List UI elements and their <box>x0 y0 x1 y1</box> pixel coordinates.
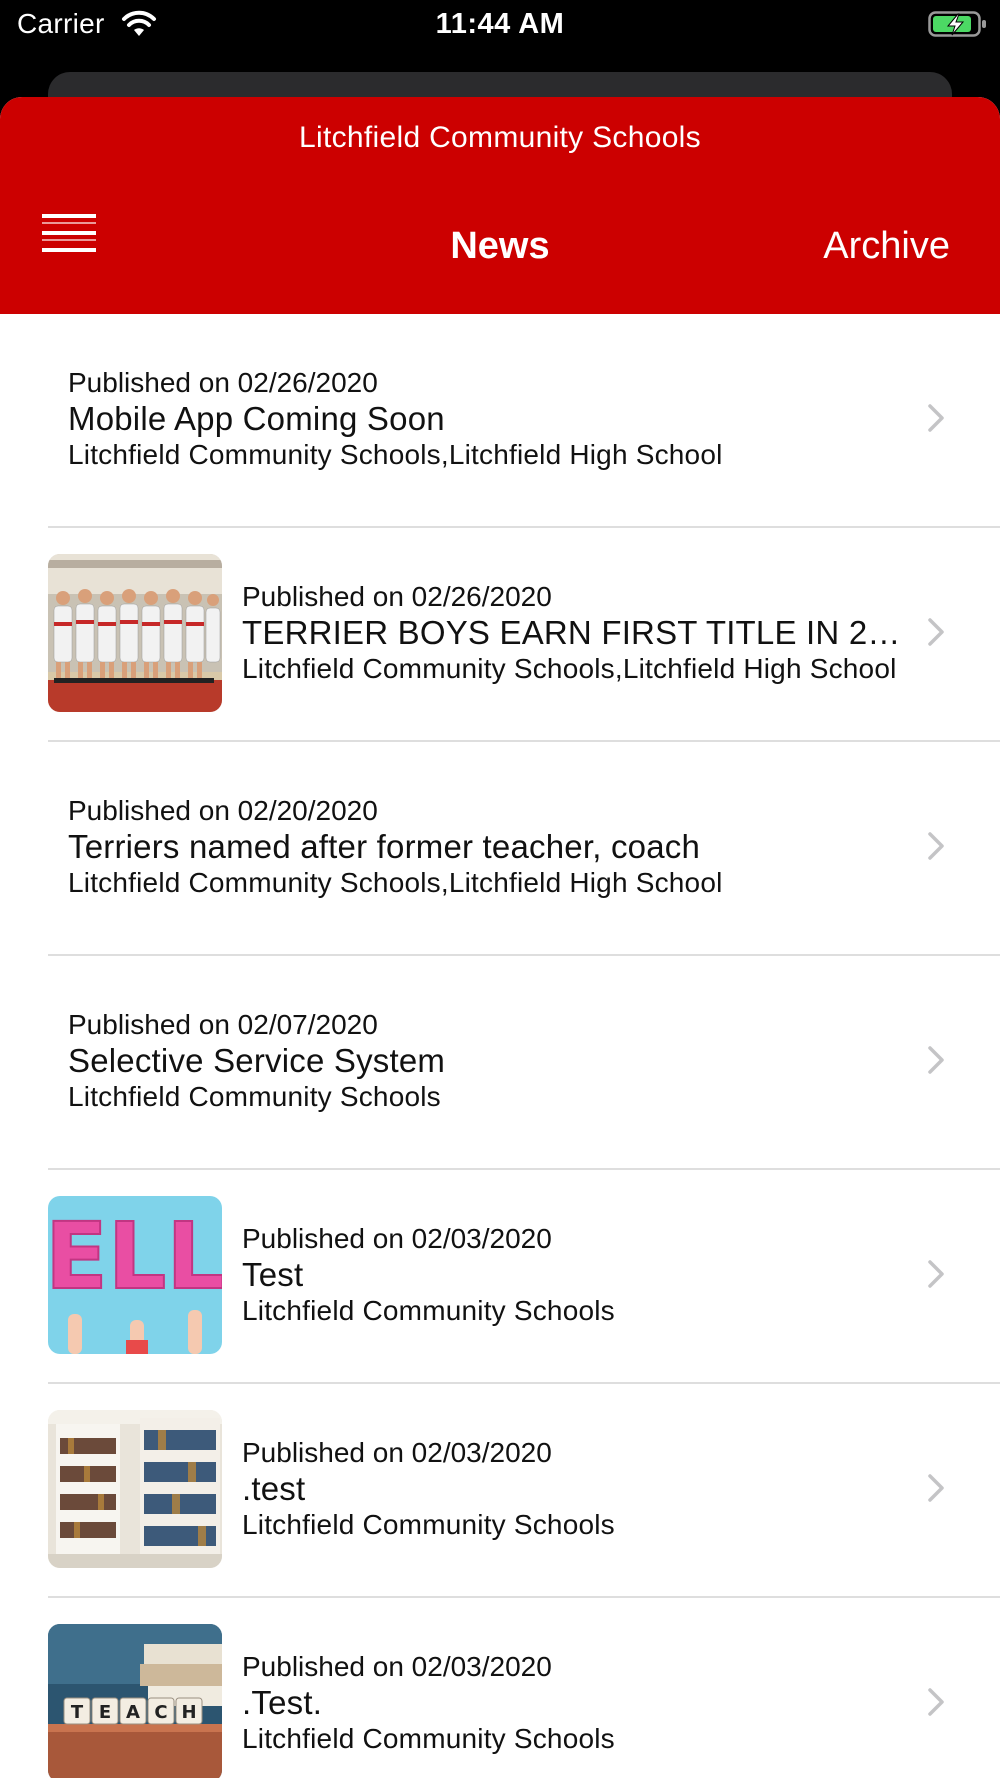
news-screen: Litchfield Community Schools News Archiv… <box>0 97 1000 1778</box>
news-item-selective-service[interactable]: Published on 02/07/2020 Selective Servic… <box>48 954 1000 1168</box>
news-source: Litchfield Community Schools <box>68 1081 441 1112</box>
news-item-terriers-named[interactable]: Published on 02/20/2020 Terriers named a… <box>48 740 1000 954</box>
archive-button[interactable]: Archive <box>823 225 950 268</box>
svg-text:C: C <box>154 1702 167 1723</box>
svg-text:T: T <box>71 1702 84 1723</box>
news-title: TERRIER BOYS EARN FIRST TITLE IN 26 YEAR… <box>242 614 904 651</box>
news-item-dot-test[interactable]: Published on 02/03/2020 .test Litchfield… <box>48 1382 1000 1596</box>
svg-text:A: A <box>126 1702 140 1723</box>
published-date: Published on 02/07/2020 <box>68 1009 378 1040</box>
news-title: Mobile App Coming Soon <box>68 400 445 437</box>
battery-charging-icon <box>928 11 986 37</box>
news-title: Terriers named after former teacher, coa… <box>68 828 700 865</box>
chevron-right-icon <box>928 1046 944 1074</box>
chevron-right-icon <box>928 618 944 646</box>
published-date: Published on 02/20/2020 <box>68 795 378 826</box>
chevron-right-icon <box>928 1688 944 1716</box>
news-item-terrier-boys[interactable]: Published on 02/26/2020 TERRIER BOYS EAR… <box>48 526 1000 740</box>
news-item-mobile-app[interactable]: Published on 02/26/2020 Mobile App Comin… <box>0 314 1000 526</box>
svg-text:E: E <box>99 1702 111 1723</box>
chevron-right-icon <box>928 404 944 432</box>
news-source: Litchfield Community Schools,Litchfield … <box>68 439 723 470</box>
news-item-dot-test-dot[interactable]: T E A C H Published on 02/03/2020 .Test.… <box>48 1596 1000 1778</box>
svg-text:H: H <box>181 1702 196 1723</box>
clock: 11:44 AM <box>435 8 565 40</box>
news-source: Litchfield Community Schools <box>242 1509 615 1540</box>
published-date: Published on 02/26/2020 <box>242 581 552 612</box>
chevron-right-icon <box>928 1474 944 1502</box>
header-bar: Litchfield Community Schools News Archiv… <box>0 97 1000 314</box>
chevron-right-icon <box>928 1260 944 1288</box>
news-source: Litchfield Community Schools <box>242 1295 615 1326</box>
svg-text:ELL: ELL <box>48 1203 222 1310</box>
news-source: Litchfield Community Schools,Litchfield … <box>242 653 897 684</box>
news-source: Litchfield Community Schools <box>242 1723 615 1754</box>
news-source: Litchfield Community Schools,Litchfield … <box>68 867 723 898</box>
library-bookshelves-thumbnail <box>48 1410 222 1568</box>
news-title: Test <box>242 1256 304 1293</box>
news-item-test[interactable]: ELL Published on 02/03/2020 Test Litchfi… <box>48 1168 1000 1382</box>
published-date: Published on 02/03/2020 <box>242 1223 552 1254</box>
news-title: .Test. <box>242 1684 323 1721</box>
basketball-team-thumbnail <box>48 554 222 712</box>
published-date: Published on 02/03/2020 <box>242 1651 552 1682</box>
news-title: .test <box>242 1470 306 1507</box>
published-date: Published on 02/03/2020 <box>242 1437 552 1468</box>
chevron-right-icon <box>928 832 944 860</box>
status-bar: Carrier 11:44 AM <box>0 0 1000 52</box>
news-title: Selective Service System <box>68 1042 446 1079</box>
news-list: Published on 02/26/2020 Mobile App Comin… <box>0 314 1000 1778</box>
teach-blocks-thumbnail: T E A C H <box>48 1624 222 1778</box>
published-date: Published on 02/26/2020 <box>68 367 378 398</box>
organization-title: Litchfield Community Schools <box>299 121 701 154</box>
pink-letter-balloons-thumbnail: ELL <box>48 1196 222 1354</box>
